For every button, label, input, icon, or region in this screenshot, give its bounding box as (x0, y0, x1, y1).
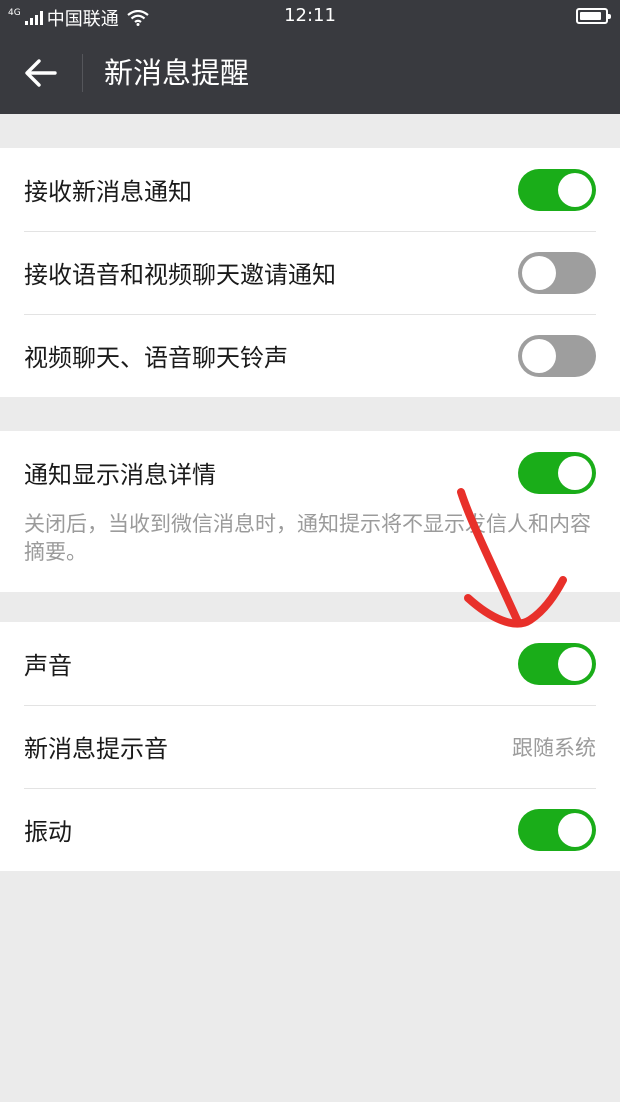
section-notifications: 接收新消息通知 接收语音和视频聊天邀请通知 视频聊天、语音聊天铃声 (0, 148, 620, 397)
toggle-knob (558, 456, 592, 490)
status-time: 12:11 (284, 5, 336, 26)
setting-row-ringtone[interactable]: 视频聊天、语音聊天铃声 (0, 314, 620, 397)
setting-row-show-detail[interactable]: 通知显示消息详情 (0, 431, 620, 514)
toggle-knob (522, 339, 556, 373)
setting-label: 视频聊天、语音聊天铃声 (24, 344, 288, 372)
toggle-switch[interactable] (518, 335, 596, 377)
header: 新消息提醒 (0, 32, 620, 114)
setting-label: 新消息提示音 (24, 735, 168, 763)
toggle-switch[interactable] (518, 643, 596, 685)
setting-row-new-message[interactable]: 接收新消息通知 (0, 148, 620, 231)
setting-label: 声音 (24, 652, 72, 680)
setting-row-vibration[interactable]: 振动 (0, 788, 620, 871)
arrow-left-icon (25, 59, 57, 87)
setting-label: 通知显示消息详情 (24, 461, 216, 489)
setting-row-notification-tone[interactable]: 新消息提示音 跟随系统 (0, 705, 620, 788)
setting-row-sound[interactable]: 声音 (0, 622, 620, 705)
section-sound: 声音 新消息提示音 跟随系统 振动 (0, 622, 620, 871)
toggle-switch[interactable] (518, 809, 596, 851)
battery-level (580, 12, 601, 20)
toggle-knob (558, 813, 592, 847)
back-button[interactable] (12, 48, 70, 98)
setting-label: 振动 (24, 818, 72, 846)
toggle-knob (522, 256, 556, 290)
setting-label: 接收语音和视频聊天邀请通知 (24, 261, 336, 289)
setting-label: 接收新消息通知 (24, 178, 192, 206)
toggle-switch[interactable] (518, 169, 596, 211)
section-detail: 通知显示消息详情 关闭后，当收到微信消息时，通知提示将不显示发信人和内容摘要。 (0, 431, 620, 592)
setting-description: 关闭后，当收到微信消息时，通知提示将不显示发信人和内容摘要。 (24, 512, 591, 564)
toggle-switch[interactable] (518, 252, 596, 294)
status-bar: 4G 中国联通 12:11 (0, 0, 620, 32)
battery-icon (576, 8, 611, 24)
toggle-knob (558, 647, 592, 681)
header-divider (82, 54, 83, 92)
toggle-knob (558, 173, 592, 207)
toggle-switch[interactable] (518, 452, 596, 494)
setting-row-voice-video-invite[interactable]: 接收语音和视频聊天邀请通知 (0, 231, 620, 314)
page-title: 新消息提醒 (104, 56, 250, 90)
setting-value: 跟随系统 (512, 735, 596, 760)
